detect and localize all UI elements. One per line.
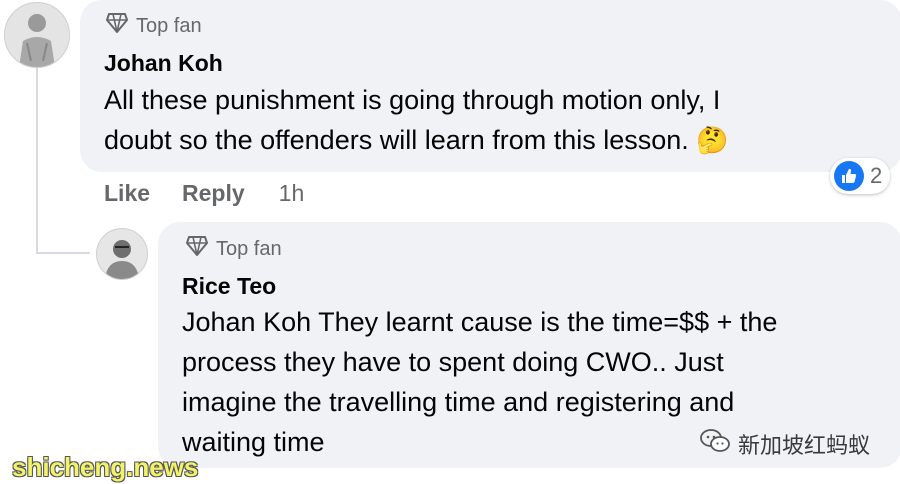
reply-avatar[interactable] <box>96 228 148 280</box>
watermark-channel-label: 新加坡红蚂蚁 <box>738 433 871 458</box>
badge-label: Top fan <box>136 14 202 37</box>
reaction-number: 2 <box>870 163 883 188</box>
watermark-channel: 新加坡红蚂蚁 <box>700 428 870 460</box>
thinking-face-emoji: 🤔 <box>696 125 729 155</box>
thread-line-horizontal <box>36 252 90 254</box>
timestamp[interactable]: 1h <box>279 180 305 207</box>
comment-thread: Top fan Johan Koh All these punishment i… <box>0 0 900 484</box>
reply-author[interactable]: Rice Teo <box>182 273 276 300</box>
badge-label: Top fan <box>216 237 282 260</box>
reply-button[interactable]: Reply <box>182 180 245 207</box>
top-fan-badge: Top fan <box>106 13 202 39</box>
reply-line: imagine the travelling time and register… <box>182 387 735 417</box>
comment-author[interactable]: Johan Koh <box>104 50 223 77</box>
comment-line: All these punishment is going through mo… <box>104 85 721 115</box>
thumbs-up-icon <box>834 161 864 191</box>
comment-actions: Like Reply 1h <box>104 180 304 207</box>
comment-text: All these punishment is going through mo… <box>104 80 894 160</box>
top-fan-badge: Top fan <box>186 236 282 262</box>
watermark-site: shicheng.news <box>12 452 199 482</box>
avatar[interactable] <box>4 2 70 68</box>
thread-line-vertical <box>36 68 38 254</box>
diamond-icon <box>186 236 208 262</box>
diamond-icon <box>106 13 128 39</box>
reply-line: Johan Koh They learnt cause is the time=… <box>182 307 778 337</box>
reply-line: process they have to spent doing CWO.. J… <box>182 347 724 377</box>
reaction-count[interactable]: 2 <box>830 158 891 194</box>
like-button[interactable]: Like <box>104 180 150 207</box>
comment-line: doubt so the offenders will learn from t… <box>104 125 729 155</box>
wechat-icon <box>700 428 730 460</box>
